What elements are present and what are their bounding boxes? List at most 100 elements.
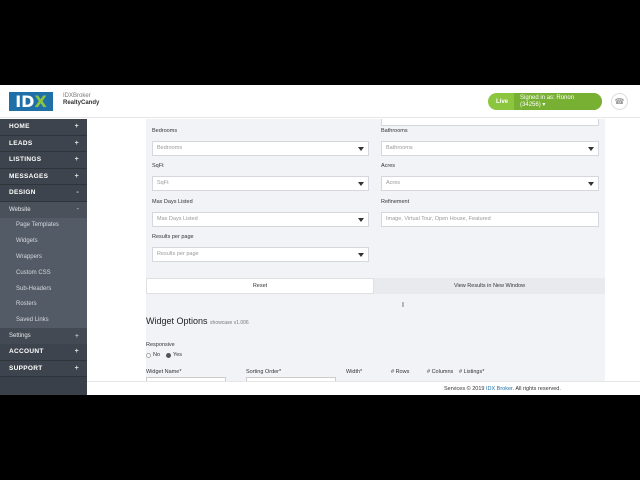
sqft-select[interactable]: SqFt [152, 176, 369, 191]
sidebar-item-support[interactable]: SUPPORT + [0, 360, 87, 378]
select-placeholder: Bedrooms [157, 145, 183, 151]
sidebar-item-widgets[interactable]: Widgets [0, 233, 87, 250]
search-form-panel: Bedrooms Bedrooms Bathrooms Bathrooms Sq… [146, 119, 605, 381]
expand-icon: + [74, 332, 79, 340]
responsive-label: Responsive [146, 342, 175, 348]
sidebar-item-rosters[interactable]: Rosters [0, 296, 87, 313]
previous-field[interactable] [381, 119, 599, 126]
footer-suffix: . All rights reserved. [512, 386, 561, 392]
sidebar-item-leads[interactable]: LEADS + [0, 135, 87, 152]
expand-icon: + [74, 348, 79, 356]
bell-icon[interactable]: ☎ [611, 93, 628, 110]
bedrooms-select[interactable]: Bedrooms [152, 141, 369, 156]
app-screen: IDX IDXBroker RealtyCandy Live Signed in… [0, 85, 640, 395]
section-title: Widget Options [146, 316, 208, 326]
column-header-columns: # Columns [427, 369, 454, 375]
column-header-listings: # Listings* [459, 369, 485, 375]
radio-yes[interactable] [166, 352, 172, 358]
chevron-down-icon [358, 182, 364, 186]
select-placeholder: Max Days Listed [157, 216, 198, 222]
chevron-down-icon [588, 182, 594, 186]
sidebar-item-website[interactable]: Website - [0, 201, 87, 218]
sidebar-item-messages[interactable]: MESSAGES + [0, 168, 87, 185]
radio-yes-label: Yes [173, 352, 183, 358]
refinement-label: Refinement [381, 199, 410, 205]
bedrooms-label: Bedrooms [152, 128, 178, 134]
sidebar-item-account[interactable]: ACCOUNT + [0, 344, 87, 361]
radio-no-label: No [153, 352, 161, 358]
chevron-down-icon [588, 147, 594, 151]
sidebar-item-label: LEADS [9, 139, 33, 147]
max-days-label: Max Days Listed [152, 199, 193, 205]
input-placeholder: Image, Virtual Tour, Open House, Feature… [386, 216, 491, 222]
live-badge[interactable]: Live [488, 99, 514, 105]
column-header-widget-name: Widget Name* [146, 369, 182, 375]
expand-icon: + [74, 364, 79, 372]
text-cursor-icon: I [402, 302, 404, 309]
column-header-sorting-order: Sorting Order* [246, 369, 282, 375]
select-placeholder: Acres [386, 180, 401, 186]
sidebar-item-label: DESIGN [9, 189, 36, 197]
brand-line-2: RealtyCandy [63, 100, 100, 106]
reset-button[interactable]: Reset [146, 278, 374, 294]
showcase-version: showcase v1.006 [210, 320, 249, 326]
top-header: IDX IDXBroker RealtyCandy Live Signed in… [0, 85, 640, 118]
sidebar-item-label: HOME [9, 123, 30, 131]
column-header-rows: # Rows [391, 369, 410, 375]
idx-logo[interactable]: IDX [9, 92, 53, 111]
sidebar-item-design[interactable]: DESIGN - [0, 185, 87, 202]
sidebar-item-label: ACCOUNT [9, 348, 44, 356]
sidebar-item-label: MESSAGES [9, 172, 49, 180]
select-placeholder: Bathrooms [386, 145, 413, 151]
column-header-width: Width* [346, 369, 363, 375]
expand-icon: + [74, 123, 79, 131]
expand-icon: + [74, 172, 79, 180]
widget-options-title: Widget Options showcase v1.006 [146, 316, 249, 326]
select-placeholder: Results per page [157, 251, 199, 257]
results-per-page-label: Results per page [152, 234, 194, 240]
max-days-select[interactable]: Max Days Listed [152, 212, 369, 227]
page-footer: Services © 2019 IDX Broker. All rights r… [87, 381, 640, 395]
sidebar: HOME + LEADS + LISTINGS + MESSAGES + DESIGN -… [0, 119, 87, 395]
sidebar-item-custom-css[interactable]: Custom CSS [0, 264, 87, 281]
signed-in-dropdown[interactable]: Signed in as: Ronon (34256) ▾ [514, 93, 602, 110]
sidebar-item-saved-links[interactable]: Saved Links [0, 312, 87, 329]
acres-label: Acres [381, 163, 396, 169]
sidebar-item-label: SUPPORT [9, 364, 43, 372]
account-pill[interactable]: Live Signed in as: Ronon (34256) ▾ [488, 93, 602, 110]
brand-subtitle: IDXBroker RealtyCandy [63, 93, 99, 107]
logo-x-text: X [34, 92, 47, 111]
acres-select[interactable]: Acres [381, 176, 599, 191]
brand-line-1: IDXBroker [63, 93, 91, 99]
sidebar-item-wrappers[interactable]: Wrappers [0, 249, 87, 265]
footer-text: Services © 2019 IDX Broker. All rights r… [444, 386, 561, 392]
sidebar-item-label: Settings [9, 333, 31, 340]
sidebar-item-sub-headers[interactable]: Sub-Headers [0, 280, 87, 297]
sidebar-item-page-templates[interactable]: Page Templates [0, 217, 87, 234]
bathrooms-label: Bathrooms [381, 128, 408, 134]
sidebar-item-listings[interactable]: LISTINGS + [0, 152, 87, 169]
chevron-down-icon [358, 147, 364, 151]
sidebar-item-home[interactable]: HOME + [0, 119, 87, 136]
chevron-down-icon [358, 253, 364, 257]
chevron-down-icon [358, 218, 364, 222]
footer-prefix: Services © 2019 [444, 386, 486, 392]
collapse-icon: - [76, 189, 79, 197]
main-content: Bedrooms Bedrooms Bathrooms Bathrooms Sq… [87, 119, 640, 381]
select-placeholder: SqFt [157, 180, 169, 186]
refinement-input[interactable]: Image, Virtual Tour, Open House, Feature… [381, 212, 599, 227]
results-per-page-select[interactable]: Results per page [152, 247, 369, 262]
radio-no[interactable] [146, 352, 151, 358]
footer-link[interactable]: IDX Broker [486, 386, 513, 392]
expand-icon: + [74, 139, 79, 147]
logo-text: ID [15, 92, 35, 111]
view-results-button[interactable]: View Results in New Window [374, 278, 605, 294]
sidebar-item-label: LISTINGS [9, 156, 42, 164]
sidebar-item-settings[interactable]: Settings + [0, 328, 87, 345]
sidebar-item-label: Website [9, 206, 31, 213]
responsive-radio-group: No Yes [146, 352, 182, 358]
sqft-label: SqFt [152, 163, 164, 169]
collapse-icon: - [76, 206, 79, 213]
bathrooms-select[interactable]: Bathrooms [381, 141, 599, 156]
expand-icon: + [74, 156, 79, 164]
